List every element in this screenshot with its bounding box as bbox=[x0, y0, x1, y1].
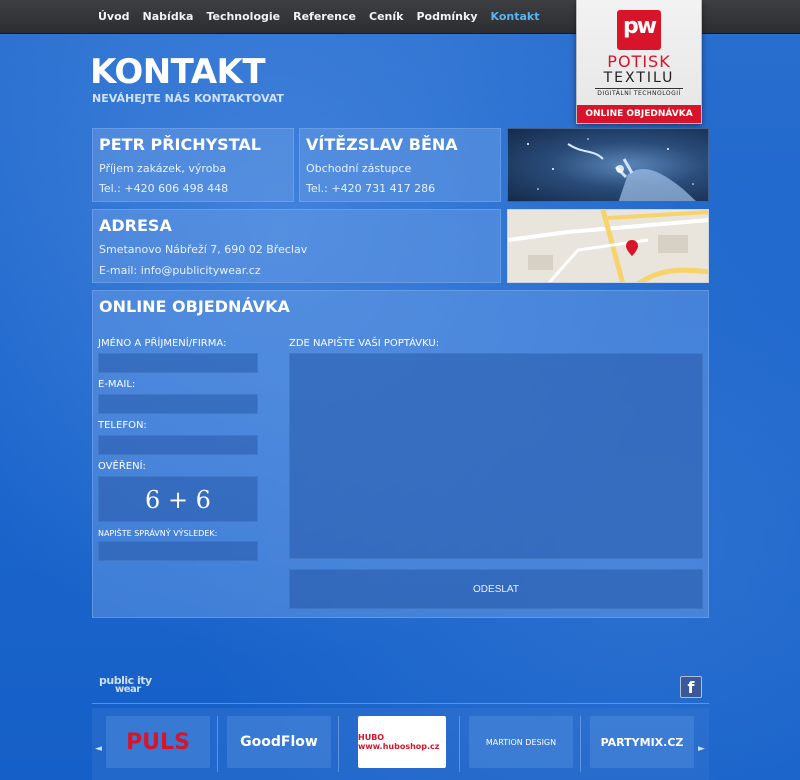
address-email[interactable]: E-mail: info@publicitywear.cz bbox=[99, 264, 261, 277]
nav-item-podminky[interactable]: Podmínky bbox=[416, 10, 477, 23]
nav-item-nabidka[interactable]: Nabídka bbox=[143, 10, 194, 23]
partner-divider bbox=[338, 716, 339, 772]
page-subtitle: NEVÁHEJTE NÁS KONTAKTOVAT bbox=[92, 92, 284, 105]
logo-text-tagline: DIGITÁLNÍ TECHNOLOGIÍ bbox=[595, 88, 683, 97]
facebook-icon[interactable]: f bbox=[680, 676, 702, 698]
nav-item-technologie[interactable]: Technologie bbox=[206, 10, 280, 23]
contact-card-vitezslav: VÍTĚZSLAV BĚNA Obchodní zástupce Tel.: +… bbox=[299, 128, 501, 202]
address-street: Smetanovo Nábřeží 7, 690 02 Břeclav bbox=[99, 243, 308, 256]
captcha-result-input[interactable] bbox=[98, 541, 258, 561]
contact-role: Příjem zakázek, výroba bbox=[99, 162, 227, 175]
location-map[interactable] bbox=[507, 209, 709, 283]
carousel-prev-icon[interactable]: ◄ bbox=[95, 744, 102, 754]
form-title: ONLINE OBJEDNÁVKA bbox=[99, 297, 290, 316]
footer-divider bbox=[92, 703, 709, 704]
partner-logo-martion[interactable]: MARTION DESIGN bbox=[469, 716, 573, 768]
partner-logo-hubo[interactable]: HUBO www.huboshop.cz bbox=[358, 716, 446, 768]
contact-card-petr: PETR PŘICHYSTAL Příjem zakázek, výroba T… bbox=[92, 128, 294, 202]
contact-phone: Tel.: +420 731 417 286 bbox=[306, 182, 436, 195]
footer-logo[interactable]: public ity wear bbox=[99, 675, 152, 695]
message-textarea[interactable] bbox=[289, 353, 703, 559]
brand-mark-icon: pw bbox=[617, 10, 661, 50]
email-input[interactable] bbox=[98, 394, 258, 414]
phone-input[interactable] bbox=[98, 435, 258, 455]
partner-divider bbox=[217, 716, 218, 772]
partner-logo-goodflow[interactable]: GoodFlow bbox=[227, 716, 331, 768]
message-label: ZDE NAPIŠTE VAŠI POPTÁVKU: bbox=[289, 338, 440, 349]
nav-item-reference[interactable]: Reference bbox=[293, 10, 356, 23]
captcha-image: 6 + 6 bbox=[98, 476, 258, 522]
hand-illustration-icon bbox=[527, 138, 696, 201]
main-nav: Úvod Nabídka Technologie Reference Ceník… bbox=[98, 10, 539, 23]
map-icon bbox=[508, 210, 708, 282]
contact-name: PETR PŘICHYSTAL bbox=[99, 135, 261, 154]
name-label: JMÉNO A PŘÍJMENÍ/FIRMA: bbox=[98, 338, 227, 349]
logo-text-textilu: TEXTILU bbox=[603, 70, 675, 86]
online-order-form: ONLINE OBJEDNÁVKA JMÉNO A PŘÍJMENÍ/FIRMA… bbox=[92, 290, 709, 618]
submit-button[interactable]: ODESLAT bbox=[289, 569, 703, 609]
address-card: ADRESA Smetanovo Nábřeží 7, 690 02 Břecl… bbox=[92, 209, 501, 283]
phone-label: TELEFON: bbox=[98, 420, 147, 431]
nav-item-kontakt[interactable]: Kontakt bbox=[491, 10, 540, 23]
address-title: ADRESA bbox=[99, 216, 172, 235]
partner-divider bbox=[580, 716, 581, 772]
page-title: KONTAKT bbox=[90, 52, 266, 92]
logo-text-potisk: POTISK bbox=[607, 52, 671, 71]
contact-role: Obchodní zástupce bbox=[306, 162, 412, 175]
verify-label: OVĚŘENÍ: bbox=[98, 461, 146, 472]
nav-item-cenik[interactable]: Ceník bbox=[369, 10, 403, 23]
carousel-next-icon[interactable]: ► bbox=[698, 744, 705, 754]
partner-logo-partymix[interactable]: PARTYMIX.CZ bbox=[590, 716, 694, 768]
decorative-hand-image bbox=[507, 128, 709, 202]
nav-item-uvod[interactable]: Úvod bbox=[98, 10, 130, 23]
result-label: NAPIŠTE SPRÁVNÝ VÝSLEDEK: bbox=[98, 529, 218, 538]
partners-carousel: ◄ PULS GoodFlow HUBO www.huboshop.cz MAR… bbox=[92, 708, 709, 780]
contact-name: VÍTĚZSLAV BĚNA bbox=[306, 135, 458, 154]
online-order-link[interactable]: ONLINE OBJEDNÁVKA bbox=[577, 105, 701, 123]
brand-logo-tag[interactable]: pw POTISK TEXTILU DIGITÁLNÍ TECHNOLOGIÍ … bbox=[576, 0, 702, 124]
partner-divider bbox=[459, 716, 460, 772]
contact-phone: Tel.: +420 606 498 448 bbox=[99, 182, 229, 195]
name-input[interactable] bbox=[98, 353, 258, 373]
email-label: E-MAIL: bbox=[98, 379, 136, 390]
partner-logo-puls[interactable]: PULS bbox=[106, 716, 210, 768]
